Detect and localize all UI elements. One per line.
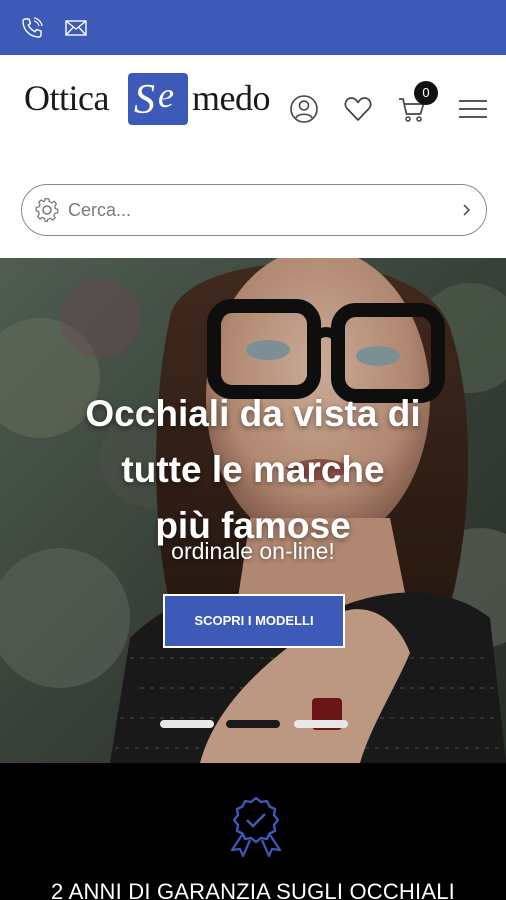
brand-logo[interactable]: Ottica S e medo bbox=[24, 73, 280, 127]
slider-dot-1[interactable] bbox=[160, 720, 214, 728]
chevron-right-icon[interactable] bbox=[460, 201, 474, 219]
slider-dot-3[interactable] bbox=[294, 720, 348, 728]
hero-title: Occhiali da vista di tutte le marche più… bbox=[85, 393, 421, 546]
search-input[interactable] bbox=[68, 197, 448, 223]
award-ribbon-icon bbox=[230, 796, 282, 857]
warranty-text: 2 ANNI DI GARANZIA SUGLI OCCHIALI bbox=[51, 879, 455, 900]
hero-slider[interactable]: Occhiali da vista di tutte le marche più… bbox=[0, 258, 506, 763]
logo-mark: S e bbox=[128, 73, 188, 125]
discover-models-button[interactable]: SCOPRI I MODELLI bbox=[163, 594, 345, 648]
logo-word-medo: medo bbox=[192, 78, 270, 118]
phone-icon[interactable] bbox=[20, 16, 44, 40]
hero-subtitle: ordinale on-line! bbox=[171, 538, 335, 564]
gear-icon[interactable] bbox=[34, 197, 60, 223]
cart-count-badge: 0 bbox=[414, 81, 438, 105]
heart-icon[interactable] bbox=[342, 93, 374, 125]
logo-word-ottica: Ottica bbox=[24, 78, 109, 118]
user-icon[interactable] bbox=[288, 93, 320, 125]
warranty-feature: 2 ANNI DI GARANZIA SUGLI OCCHIALI bbox=[0, 763, 506, 900]
site-header: Ottica S e medo 0 bbox=[0, 55, 506, 258]
slider-dot-2[interactable] bbox=[226, 720, 280, 728]
menu-icon[interactable] bbox=[456, 93, 490, 125]
mail-icon[interactable] bbox=[64, 16, 88, 40]
top-contact-bar bbox=[0, 0, 506, 55]
search-bar bbox=[21, 184, 487, 236]
